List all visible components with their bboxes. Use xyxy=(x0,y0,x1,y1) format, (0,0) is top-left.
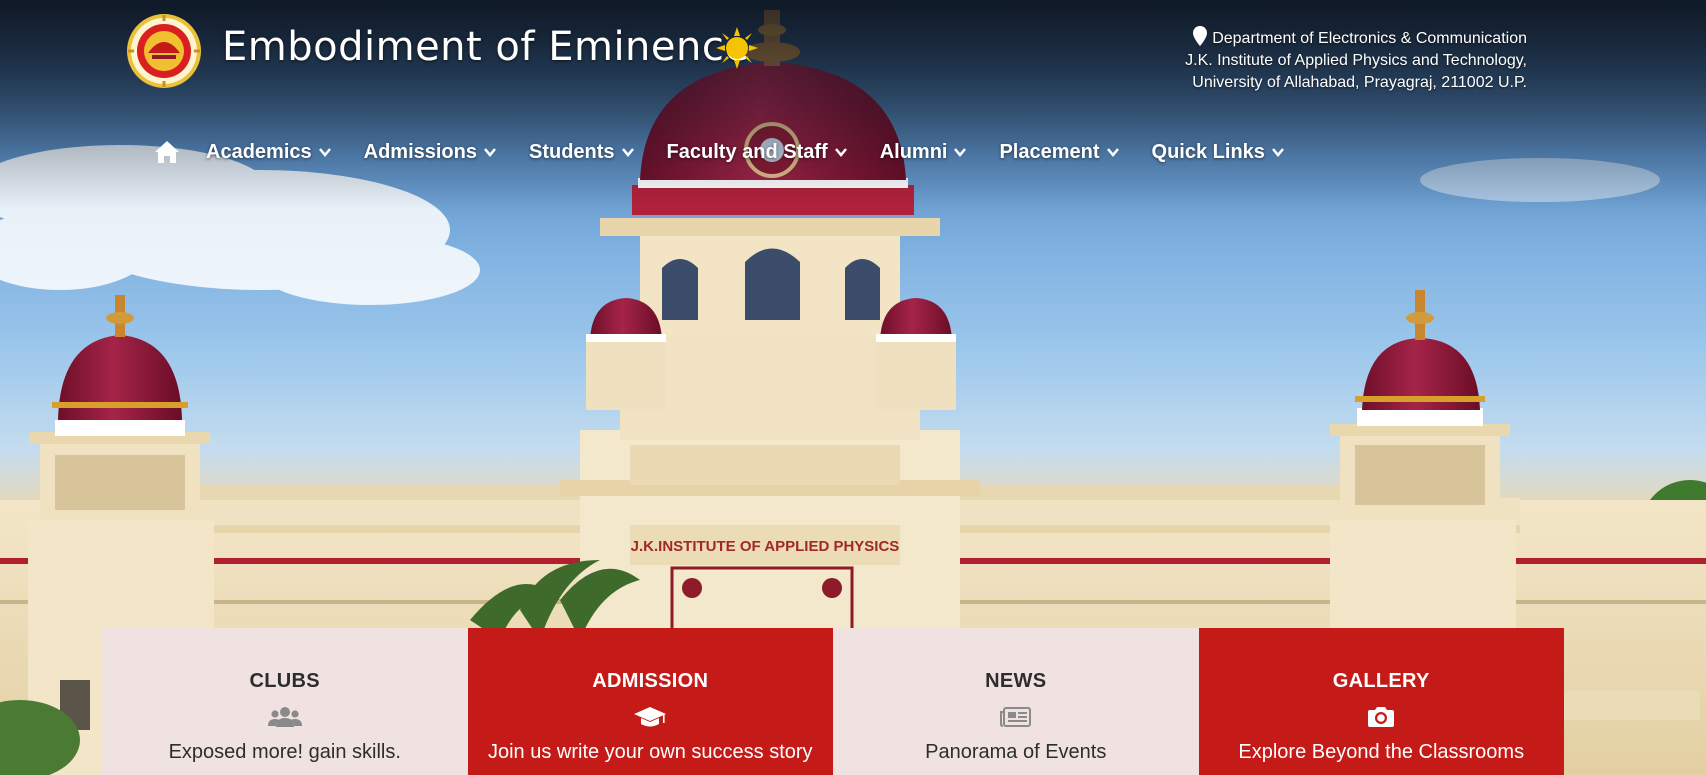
nav-label: Academics xyxy=(206,140,312,163)
chevron-down-icon xyxy=(621,147,634,157)
nav-item-admissions[interactable]: Admissions xyxy=(364,141,496,164)
building-inscription: J.K.INSTITUTE OF APPLIED PHYSICS xyxy=(631,538,900,555)
chevron-down-icon xyxy=(1106,147,1119,157)
chevron-down-icon xyxy=(834,147,847,157)
card-news[interactable]: NEWS Panorama of Events xyxy=(833,628,1199,775)
address-university: University of Allahabad, Prayagraj, 2110… xyxy=(1192,74,1527,91)
camera-icon xyxy=(1368,707,1395,727)
card-subtitle: Explore Beyond the Classrooms xyxy=(1238,741,1525,763)
card-title: NEWS xyxy=(985,670,1047,692)
nav-label: Students xyxy=(528,140,615,163)
card-admission[interactable]: ADMISSION Join us write your own success… xyxy=(467,628,833,775)
institute-logo[interactable] xyxy=(126,13,202,89)
feature-cards: CLUBS Exposed more! gain skills. ADMISSI… xyxy=(102,628,1564,775)
chevron-down-icon xyxy=(484,147,496,157)
card-title: ADMISSION xyxy=(592,670,709,692)
main-nav: Academics Admissions Students Faculty an… xyxy=(154,140,1317,164)
nav-item-alumni[interactable]: Alumni xyxy=(880,141,967,164)
nav-label: Alumni xyxy=(879,140,948,163)
chevron-down-icon xyxy=(318,147,331,157)
nav-label: Quick Links xyxy=(1151,140,1265,163)
card-subtitle: Exposed more! gain skills. xyxy=(168,741,401,763)
site-title[interactable]: Embodiment of Eminence xyxy=(222,24,749,70)
department-address: Department of Electronics & Communicatio… xyxy=(1185,26,1527,94)
graduation-cap-icon xyxy=(634,707,667,727)
sun-icon xyxy=(716,27,758,69)
nav-item-students[interactable]: Students xyxy=(529,141,634,164)
nav-item-academics[interactable]: Academics xyxy=(206,141,331,164)
nav-item-faculty-and-staff[interactable]: Faculty and Staff xyxy=(667,141,847,164)
chevron-down-icon xyxy=(1271,147,1284,157)
address-department: Department of Electronics & Communicatio… xyxy=(1212,30,1527,47)
card-subtitle: Join us write your own success story xyxy=(487,741,813,763)
card-clubs[interactable]: CLUBS Exposed more! gain skills. xyxy=(102,628,468,775)
address-line-1: Department of Electronics & Communicatio… xyxy=(1185,26,1527,50)
map-pin-icon xyxy=(1193,26,1208,46)
nav-label: Placement xyxy=(999,140,1100,163)
card-subtitle: Panorama of Events xyxy=(925,741,1107,763)
address-institute: J.K. Institute of Applied Physics and Te… xyxy=(1185,52,1527,69)
home-icon[interactable] xyxy=(154,140,180,164)
nav-item-quick-links[interactable]: Quick Links xyxy=(1152,141,1284,164)
card-title: GALLERY xyxy=(1332,670,1430,692)
chevron-down-icon xyxy=(954,147,967,157)
nav-label: Admissions xyxy=(363,140,477,163)
users-icon xyxy=(267,707,302,727)
newspaper-icon xyxy=(999,707,1031,727)
card-title: CLUBS xyxy=(249,670,320,692)
card-gallery[interactable]: GALLERY Explore Beyond the Classrooms xyxy=(1198,628,1564,775)
nav-item-placement[interactable]: Placement xyxy=(999,140,1119,164)
nav-label: Faculty and Staff xyxy=(666,140,828,163)
